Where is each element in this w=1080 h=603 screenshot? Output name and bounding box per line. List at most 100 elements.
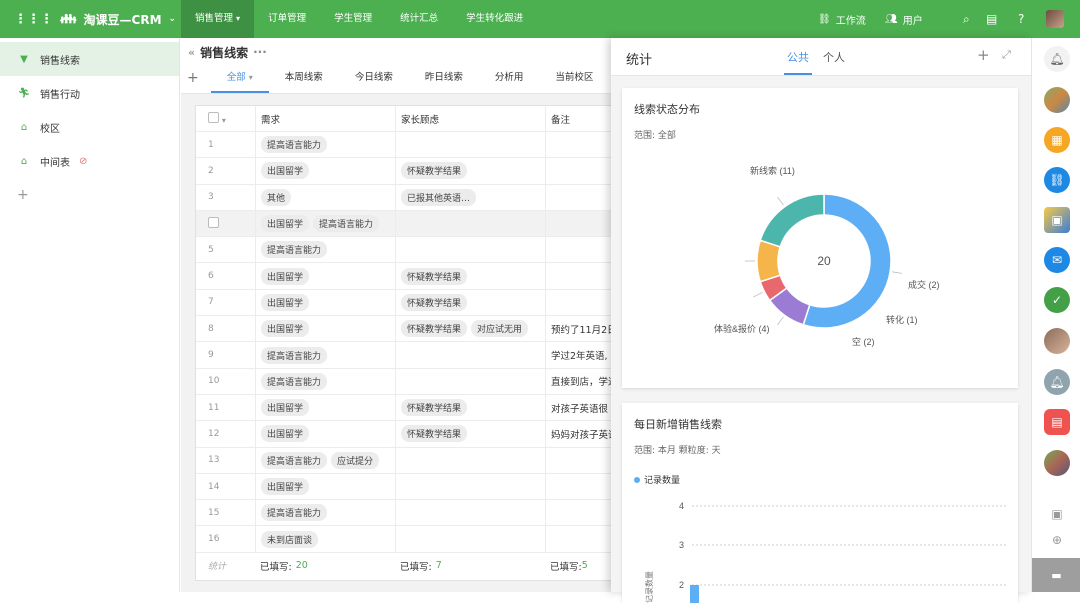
grid-app-icon[interactable]: ▦ bbox=[1044, 127, 1070, 153]
table-row[interactable]: 13 提高语言能力 应试提分 bbox=[196, 447, 611, 474]
notification-bell-icon[interactable]: 🔔︎ bbox=[1044, 369, 1070, 395]
cell-need[interactable]: 提高语言能力 bbox=[255, 237, 395, 263]
search-icon[interactable]: ⌕ bbox=[963, 0, 970, 38]
cell-note[interactable] bbox=[545, 447, 611, 473]
cell-concern[interactable] bbox=[395, 210, 545, 237]
table-row[interactable]: 15 提高语言能力 bbox=[196, 500, 611, 527]
cell-need[interactable]: 出国留学 bbox=[255, 263, 395, 289]
user-avatar[interactable] bbox=[1044, 328, 1070, 354]
table-row[interactable]: 2 出国留学 怀疑教学结果 bbox=[196, 158, 611, 185]
tab-this-week[interactable]: 本周线索 bbox=[269, 67, 339, 93]
cell-concern[interactable]: 怀疑教学结果 对应试无用 bbox=[395, 316, 545, 342]
table-row[interactable]: 11 出国留学 怀疑教学结果 对孩子英语很 bbox=[196, 394, 611, 422]
cell-need[interactable]: 出国留学 bbox=[255, 473, 395, 500]
tab-all[interactable]: 全部 ▾ bbox=[210, 67, 269, 93]
nav-students[interactable]: 学生管理 bbox=[320, 0, 386, 38]
nav-orders[interactable]: 订单管理 bbox=[254, 0, 320, 38]
bell-icon[interactable]: 🔔︎ bbox=[1044, 46, 1070, 72]
tab-public[interactable]: 公共 bbox=[784, 49, 812, 75]
cell-note[interactable] bbox=[545, 237, 611, 263]
sidebar-item-sales-leads[interactable]: ▼ 销售线索 bbox=[0, 42, 179, 76]
contact-card-icon[interactable]: ▣ bbox=[1044, 506, 1070, 522]
cell-note[interactable] bbox=[545, 289, 611, 316]
cell-note[interactable] bbox=[545, 500, 611, 526]
table-row[interactable]: 7 出国留学 怀疑教学结果 bbox=[196, 289, 611, 317]
cell-concern[interactable] bbox=[395, 342, 545, 368]
cell-concern[interactable] bbox=[395, 132, 545, 158]
cell-need[interactable]: 出国留学 bbox=[255, 421, 395, 447]
cell-concern[interactable]: 怀疑教学结果 bbox=[395, 421, 545, 447]
cell-concern[interactable] bbox=[395, 473, 545, 500]
org-chart-icon[interactable]: ⛓ bbox=[1044, 167, 1070, 193]
add-chart-icon[interactable]: + bbox=[977, 46, 990, 64]
table-row[interactable]: 12 出国留学 怀疑教学结果 妈妈对孩子英语 bbox=[196, 421, 611, 448]
collapse-left-icon[interactable]: « bbox=[188, 46, 195, 59]
cube-app-icon[interactable]: ▣ bbox=[1044, 207, 1070, 233]
cell-note[interactable] bbox=[545, 158, 611, 184]
bar[interactable] bbox=[690, 585, 699, 603]
add-chat-icon[interactable]: ⊕ bbox=[1044, 532, 1070, 548]
apps-grid-icon[interactable]: ⋮⋮⋮ bbox=[14, 12, 53, 27]
cell-need[interactable]: 提高语言能力 bbox=[255, 368, 395, 394]
cell-concern[interactable] bbox=[395, 368, 545, 394]
sidebar-item-campus[interactable]: ⌂ 校区 bbox=[0, 110, 179, 144]
add-table-button[interactable]: + bbox=[0, 178, 179, 212]
cell-concern[interactable]: 怀疑教学结果 bbox=[395, 289, 545, 316]
avatar[interactable] bbox=[1046, 0, 1064, 38]
cell-note[interactable]: 预约了11月2日 bbox=[545, 316, 611, 342]
sidebar-item-sales-actions[interactable]: 🏃︎ 销售行动 bbox=[0, 76, 179, 110]
tab-current-campus[interactable]: 当前校区 bbox=[539, 67, 609, 93]
cell-need[interactable]: 提高语言能力 bbox=[255, 342, 395, 368]
cell-concern[interactable] bbox=[395, 447, 545, 473]
table-row[interactable]: 5 提高语言能力 bbox=[196, 237, 611, 264]
tab-today[interactable]: 今日线索 bbox=[339, 67, 409, 93]
cell-note[interactable] bbox=[545, 210, 611, 237]
table-row[interactable]: 9 提高语言能力 学过2年英语, bbox=[196, 342, 611, 369]
cell-concern[interactable]: 已报其他英语… bbox=[395, 184, 545, 210]
chevron-down-icon[interactable]: ⌄ bbox=[169, 14, 177, 24]
row-checkbox[interactable] bbox=[208, 216, 219, 228]
more-icon[interactable]: ··· bbox=[253, 45, 267, 59]
group-avatar[interactable] bbox=[1044, 87, 1070, 113]
donut-slice[interactable] bbox=[756, 239, 782, 283]
table-row[interactable]: 1 提高语言能力 bbox=[196, 132, 611, 159]
cell-note[interactable]: 对孩子英语很 bbox=[545, 394, 611, 421]
cell-need[interactable]: 出国留学 bbox=[255, 158, 395, 184]
table-row[interactable]: 出国留学 提高语言能力 bbox=[196, 210, 611, 238]
sidebar-item-intermediate-table[interactable]: ⌂ 中间表 ⊘ bbox=[0, 144, 179, 178]
cell-need[interactable]: 出国留学 提高语言能力 bbox=[255, 210, 395, 237]
table-row[interactable]: 8 出国留学 怀疑教学结果 对应试无用 预约了11月2日 bbox=[196, 316, 611, 343]
cell-need[interactable]: 提高语言能力 bbox=[255, 500, 395, 526]
document-icon[interactable]: ▤ bbox=[986, 0, 997, 38]
chat-icon[interactable]: ✉ bbox=[1044, 247, 1070, 273]
cell-note[interactable]: 妈妈对孩子英语 bbox=[545, 421, 611, 447]
cell-need[interactable]: 提高语言能力 应试提分 bbox=[255, 447, 395, 473]
cell-concern[interactable]: 怀疑教学结果 bbox=[395, 263, 545, 289]
table-row[interactable]: 6 出国留学 怀疑教学结果 bbox=[196, 263, 611, 290]
check-icon[interactable]: ✓ bbox=[1044, 287, 1070, 313]
calendar-icon[interactable]: ▤ bbox=[1044, 409, 1070, 435]
table-row[interactable]: 14 出国留学 bbox=[196, 473, 611, 501]
nav-conversion[interactable]: 学生转化跟进 bbox=[452, 0, 537, 38]
cell-note[interactable] bbox=[545, 473, 611, 500]
select-all-checkbox[interactable]: ▾ bbox=[196, 111, 255, 126]
tab-yesterday[interactable]: 昨日线索 bbox=[409, 67, 479, 93]
table-row[interactable]: 16 未到店面谈 bbox=[196, 526, 611, 553]
tab-analysis[interactable]: 分析用 bbox=[479, 67, 540, 93]
table-row[interactable]: 3 其他 已报其他英语… bbox=[196, 184, 611, 211]
cell-need[interactable]: 出国留学 bbox=[255, 289, 395, 316]
column-header-concern[interactable]: 家长顾虑 bbox=[395, 106, 545, 131]
cell-note[interactable] bbox=[545, 526, 611, 552]
tab-personal[interactable]: 个人 bbox=[823, 49, 845, 65]
cell-concern[interactable] bbox=[395, 526, 545, 552]
cell-need[interactable]: 提高语言能力 bbox=[255, 132, 395, 158]
app-switcher[interactable]: ⋮⋮⋮ 👪︎ 淘课豆—CRM ⌄ bbox=[14, 0, 176, 38]
column-header-need[interactable]: 需求 bbox=[255, 106, 395, 131]
users-button[interactable]: 👥︎ 用户 bbox=[885, 0, 923, 38]
cell-note[interactable] bbox=[545, 184, 611, 210]
workflow-button[interactable]: ⛓ 工作流 bbox=[818, 0, 866, 38]
expand-icon[interactable]: ⤢ bbox=[1002, 48, 1011, 62]
cell-concern[interactable]: 怀疑教学结果 bbox=[395, 394, 545, 421]
cell-note[interactable] bbox=[545, 263, 611, 289]
cell-concern[interactable] bbox=[395, 237, 545, 263]
